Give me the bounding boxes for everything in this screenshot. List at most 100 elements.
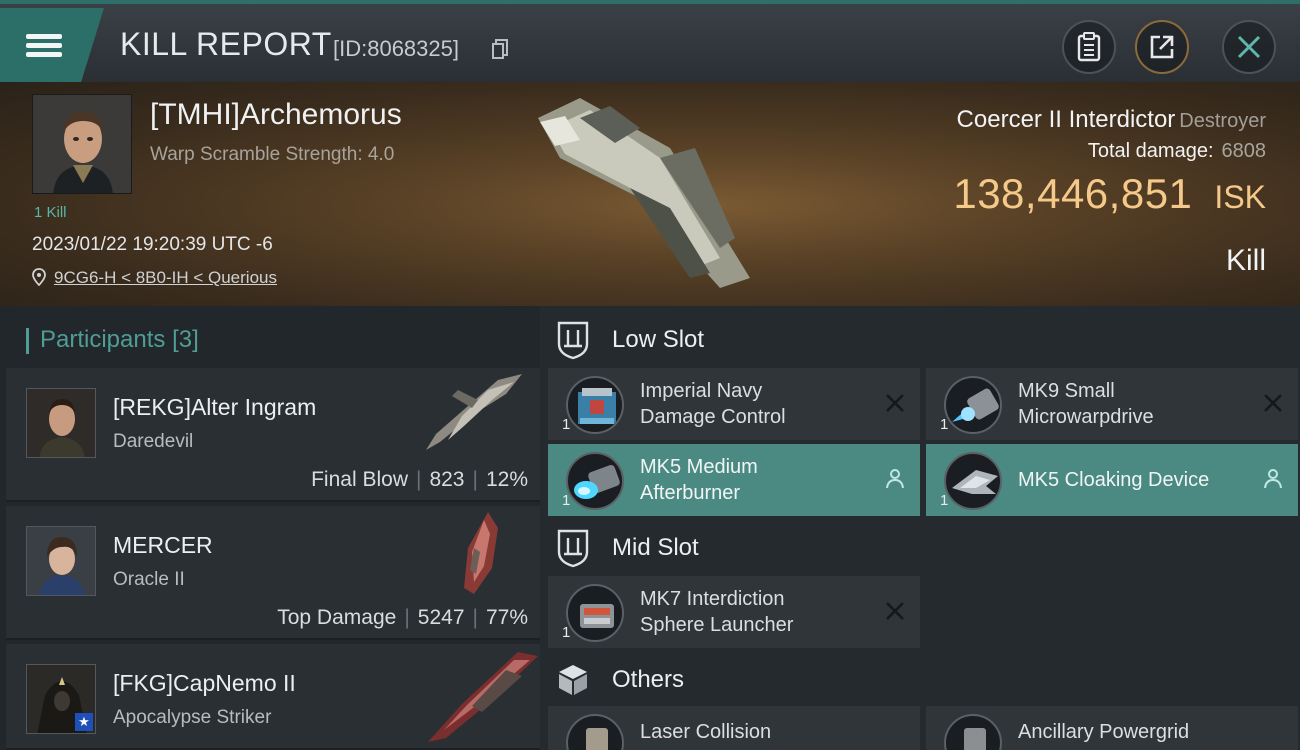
isk-line: 138,446,851 ISK: [953, 170, 1266, 218]
participant-percent: 12%: [485, 468, 528, 491]
location-pin-icon: [32, 268, 46, 286]
participant-name[interactable]: MERCER: [113, 532, 213, 559]
ship-class: Destroyer: [1179, 110, 1266, 132]
participant-percent: 77%: [485, 606, 528, 629]
interdiction-sphere-launcher-icon: [566, 584, 624, 642]
participants-header: Participants [3]: [28, 326, 199, 354]
module-name-line1: Imperial Navy: [640, 380, 763, 402]
hamburger-icon: [26, 30, 62, 61]
warp-scramble-strength: Warp Scramble Strength: 4.0: [150, 144, 395, 165]
participant-ship: Oracle II: [113, 569, 185, 590]
participant-stats: Final Blow | 823 | 12%: [311, 468, 528, 492]
participant-avatar: [26, 388, 96, 458]
module-name: Laser Collision: [640, 721, 772, 743]
participant-avatar: ★: [26, 664, 96, 734]
participant-stats: Top Damage | 5247 | 77%: [277, 606, 528, 630]
stat-separator: |: [472, 468, 478, 491]
close-icon: [1237, 35, 1261, 59]
module-name: Imperial Navy Damage Control: [640, 378, 880, 430]
participant-avatar: [26, 526, 96, 596]
others-label: Others: [612, 666, 685, 693]
participant-name[interactable]: [FKG]CapNemo II: [113, 670, 296, 697]
module-card[interactable]: 1 MK5 Cloaking Device: [926, 444, 1298, 516]
participants-label: Participants: [40, 326, 166, 353]
afterburner-icon: [566, 452, 624, 510]
participant-damage: 823: [429, 468, 465, 491]
module-name-line2: Sphere Launcher: [640, 614, 794, 636]
mid-slot-icon: [548, 523, 598, 573]
low-slot-icon: [548, 315, 598, 365]
participant-row[interactable]: [REKG]Alter Ingram Daredevil Final Blow |…: [6, 368, 540, 502]
participants-count: [3]: [172, 326, 199, 353]
participant-ship-image: [426, 374, 522, 450]
module-quantity: 1: [562, 492, 571, 509]
module-name: MK7 Interdiction Sphere Launcher: [640, 586, 880, 638]
module-quantity: 1: [940, 416, 949, 433]
star-icon: ★: [75, 713, 93, 731]
module-card[interactable]: 1 MK7 Interdiction Sphere Launcher: [548, 576, 920, 648]
module-name: MK5 Medium Afterburner: [640, 454, 880, 506]
ship-name[interactable]: Coercer II Interdictor: [957, 106, 1176, 133]
stat-separator: |: [415, 468, 422, 491]
destroyed-x-icon: [886, 394, 904, 412]
clipboard-icon: [1077, 32, 1101, 62]
dropped-person-icon: [1264, 469, 1282, 489]
participants-panel: Participants [3] [REKG]Alter Ingram Dare…: [0, 306, 540, 750]
module-name-line1: MK9 Small: [1018, 380, 1115, 402]
share-icon: [1150, 35, 1174, 59]
report-id: [ID:8068325]: [333, 36, 459, 61]
victim-portrait[interactable]: [32, 94, 132, 194]
dropped-person-icon: [886, 469, 904, 489]
participant-name[interactable]: [REKG]Alter Ingram: [113, 394, 316, 421]
victim-ship-image: [538, 98, 750, 288]
clipboard-button[interactable]: [1062, 20, 1116, 74]
module-name-line1: MK7 Interdiction: [640, 588, 785, 610]
module-name: Ancillary Powergrid: [1018, 721, 1190, 743]
total-damage-label: Total damage:: [1087, 140, 1214, 162]
damage-control-icon: [566, 376, 624, 434]
copy-icon[interactable]: [492, 39, 508, 59]
module-quantity: 1: [940, 492, 949, 509]
mid-slot-header: Mid Slot: [548, 520, 699, 576]
participant-row[interactable]: MERCER Oracle II Top Damage | 5247 | 77%: [6, 506, 540, 640]
module-card[interactable]: 1 Imperial Navy Damage Control: [548, 368, 920, 440]
module-name: MK5 Cloaking Device: [1018, 469, 1210, 491]
participant-ship: Apocalypse Striker: [113, 707, 272, 728]
module-name-line1: MK5 Medium: [640, 456, 758, 478]
menu-button[interactable]: [0, 8, 104, 82]
stat-separator: |: [472, 606, 478, 629]
module-quantity: 1: [562, 416, 571, 433]
participant-damage: 5247: [417, 606, 465, 629]
kill-datetime: 2023/01/22 19:20:39 UTC -6: [32, 234, 273, 255]
others-cube-icon: [548, 655, 598, 705]
isk-unit: ISK: [1214, 179, 1266, 215]
participant-ship-image: [428, 652, 538, 742]
module-name: MK9 Small Microwarpdrive: [1018, 378, 1258, 430]
microwarpdrive-icon: [944, 376, 1002, 434]
header-bar: KILL REPORT [ID:8068325]: [0, 0, 1300, 82]
close-button[interactable]: [1222, 20, 1276, 74]
module-card[interactable]: Ancillary Powergrid: [926, 706, 1298, 750]
stat-separator: |: [404, 606, 410, 629]
pilot-avatar-icon: [33, 95, 131, 193]
destroyed-x-icon: [1264, 394, 1282, 412]
isk-value: 138,446,851: [953, 170, 1193, 217]
share-button[interactable]: [1135, 20, 1189, 74]
participant-ship-image: [464, 512, 498, 594]
cloaking-device-icon: [944, 452, 1002, 510]
victim-name[interactable]: [TMHI]Archemorus: [150, 98, 402, 132]
ancillary-powergrid-icon: [944, 714, 1002, 750]
module-card[interactable]: 1 MK5 Medium Afterburner: [548, 444, 920, 516]
participant-row[interactable]: ★ [FKG]CapNemo II Apocalypse Striker: [6, 644, 540, 750]
location-link[interactable]: 9CG6-H < 8B0-IH < Querious: [54, 268, 277, 288]
total-damage: Total damage: 6808: [1088, 140, 1266, 163]
kill-count: 1 Kill: [34, 204, 67, 221]
module-card[interactable]: Laser Collision: [548, 706, 920, 750]
module-card[interactable]: 1 MK9 Small Microwarpdrive: [926, 368, 1298, 440]
fitting-panel: Low Slot 1 Imperial Navy Damage Control: [540, 306, 1300, 750]
participant-tag: Final Blow: [311, 468, 408, 491]
participant-tag: Top Damage: [277, 606, 397, 629]
module-name-line2: Damage Control: [640, 406, 786, 428]
participant-ship: Daredevil: [113, 431, 194, 452]
mid-slot-label: Mid Slot: [612, 534, 699, 561]
